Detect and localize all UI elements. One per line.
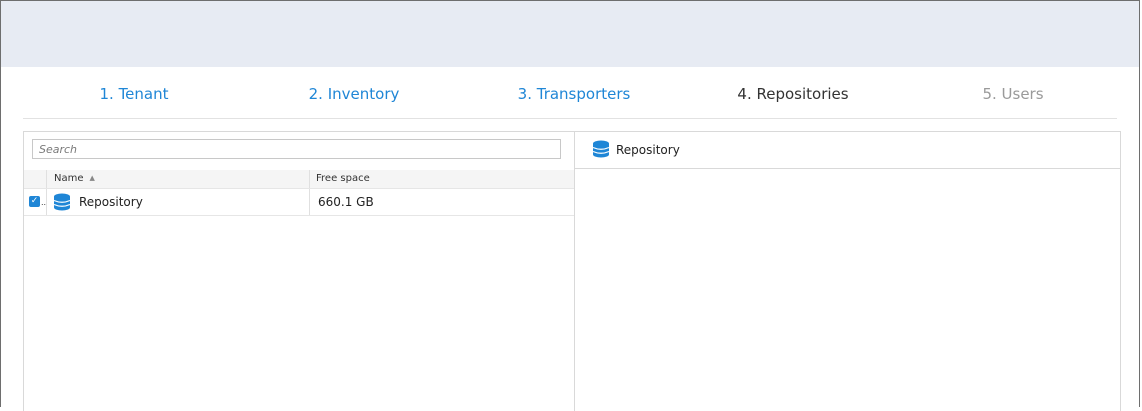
step-tenant[interactable]: 1. Tenant — [99, 85, 168, 103]
selected-repository-header: Repository — [575, 132, 1120, 169]
column-divider[interactable] — [309, 170, 310, 188]
wizard-steps: 1. Tenant 2. Inventory 3. Transporters 4… — [23, 67, 1117, 119]
table-row[interactable]: ✓ .. Repository 660.1 GB — [24, 189, 574, 216]
checkbox-column-header — [24, 170, 47, 188]
step-users: 5. Users — [982, 85, 1044, 103]
step-inventory[interactable]: 2. Inventory — [309, 85, 400, 103]
repositories-panel: Name ▲ Free space ✓ .. — [23, 131, 1121, 411]
tree-connector-icon: .. — [41, 198, 47, 207]
row-free-space: 660.1 GB — [318, 195, 374, 209]
column-header-name-label: Name — [54, 173, 84, 184]
search-input[interactable] — [32, 139, 561, 159]
repository-grid: Name ▲ Free space ✓ .. Repository 660.1 … — [24, 170, 574, 216]
repository-list-pane: Name ▲ Free space ✓ .. — [24, 132, 575, 411]
header-bar — [1, 1, 1139, 67]
grid-header: Name ▲ Free space — [24, 170, 574, 189]
row-name: Repository — [79, 195, 143, 209]
row-checkbox[interactable]: ✓ — [29, 196, 40, 207]
selected-repository-title: Repository — [616, 143, 680, 157]
selected-repositories-pane: Repository — [575, 132, 1120, 411]
step-repositories: 4. Repositories — [737, 85, 849, 103]
sort-ascending-icon: ▲ — [89, 174, 95, 182]
database-icon — [592, 140, 610, 158]
wizard-window: 1. Tenant 2. Inventory 3. Transporters 4… — [0, 0, 1140, 411]
database-icon — [53, 193, 71, 211]
column-header-free-space[interactable]: Free space — [316, 173, 370, 184]
column-header-name[interactable]: Name ▲ — [54, 173, 95, 184]
step-transporters[interactable]: 3. Transporters — [518, 85, 631, 103]
cell-divider — [309, 189, 310, 215]
